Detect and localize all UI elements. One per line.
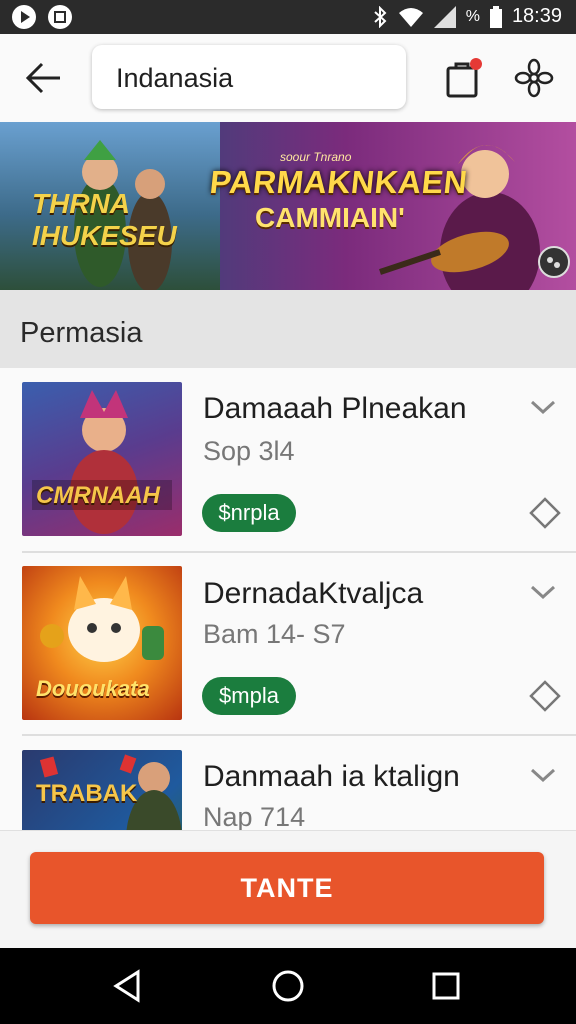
game-thumbnail: Dououkata <box>22 566 182 720</box>
item-title: Damaaah Plneakan <box>203 392 467 425</box>
shopping-bag-icon <box>446 58 482 98</box>
thumbnail-title: TRABAK <box>36 780 138 807</box>
settings-button[interactable] <box>510 54 558 102</box>
bottom-action-area: TANTE <box>0 830 576 949</box>
banner-title: PARMAKNKAEN <box>208 164 470 200</box>
nav-back-icon[interactable] <box>108 966 148 1006</box>
price-tag[interactable]: $nrpla <box>202 494 296 532</box>
top-app-bar: Indanasia <box>0 34 576 122</box>
game-thumbnail: CMRNAAH <box>22 382 182 536</box>
chevron-down-icon[interactable] <box>528 760 558 790</box>
list-item[interactable]: CMRNAAH Damaaah Plneakan Sop 3l4 $nrpla <box>0 368 576 552</box>
section-header: Permasia <box>0 290 576 368</box>
section-title: Permasia <box>20 317 143 349</box>
battery-icon <box>489 5 502 28</box>
item-subtitle: Bam 14- S7 <box>203 619 346 649</box>
nav-recents-icon[interactable] <box>426 966 466 1006</box>
list-item[interactable]: TRABAK Danmaah ia ktalign Nap 714 <box>0 736 576 830</box>
game-character-art <box>32 390 172 534</box>
bluetooth-icon <box>374 5 387 28</box>
item-subtitle: Sop 3l4 <box>203 436 295 466</box>
game-list: CMRNAAH Damaaah Plneakan Sop 3l4 $nrpla … <box>0 368 576 830</box>
arrow-left-icon <box>25 62 60 94</box>
status-time: 18:39 <box>511 5 562 27</box>
banner-more-button[interactable] <box>538 246 570 278</box>
notification-icon <box>48 5 72 29</box>
banner-kicker: soour Tnrano <box>280 150 352 164</box>
signal-icon <box>433 5 456 28</box>
nav-home-icon[interactable] <box>268 966 308 1006</box>
system-nav-bar <box>0 948 576 1024</box>
item-title: Danmaah ia ktalign <box>203 760 460 793</box>
diamond-icon[interactable] <box>528 679 562 713</box>
dots-icon <box>547 257 560 268</box>
search-input-value: Indanasia <box>116 63 234 93</box>
flower-settings-icon <box>514 58 554 98</box>
chevron-down-icon[interactable] <box>528 392 558 422</box>
primary-action-button[interactable]: TANTE <box>30 852 544 924</box>
play-icon <box>12 5 36 29</box>
item-subtitle: Nap 714 <box>203 802 306 830</box>
thumbnail-title: CMRNAAH <box>36 482 160 509</box>
list-item[interactable]: Dououkata DernadaKtvaljca Bam 14- S7 $mp… <box>0 553 576 737</box>
price-tag[interactable]: $mpla <box>202 677 296 715</box>
battery-percent: % <box>465 7 480 25</box>
thumbnail-title: Dououkata <box>36 676 150 701</box>
banner-logo-line1: THRNA <box>32 188 130 219</box>
item-title: DernadaKtvaljca <box>203 577 424 610</box>
diamond-icon[interactable] <box>528 496 562 530</box>
search-input[interactable]: Indanasia <box>92 45 406 109</box>
promo-banner[interactable]: THRNA IHUKESEU soour Tnrano PARMAKNKAEN … <box>0 122 576 290</box>
status-bar: % 18:39 <box>0 0 576 34</box>
banner-subtitle: CAMMIAIN' <box>255 202 405 233</box>
wifi-icon <box>398 7 423 27</box>
banner-logo-line2: IHUKESEU <box>32 220 177 251</box>
shopping-bag-button[interactable] <box>440 54 488 102</box>
chevron-down-icon[interactable] <box>528 577 558 607</box>
back-button[interactable] <box>20 54 68 102</box>
game-thumbnail: TRABAK <box>22 750 182 830</box>
